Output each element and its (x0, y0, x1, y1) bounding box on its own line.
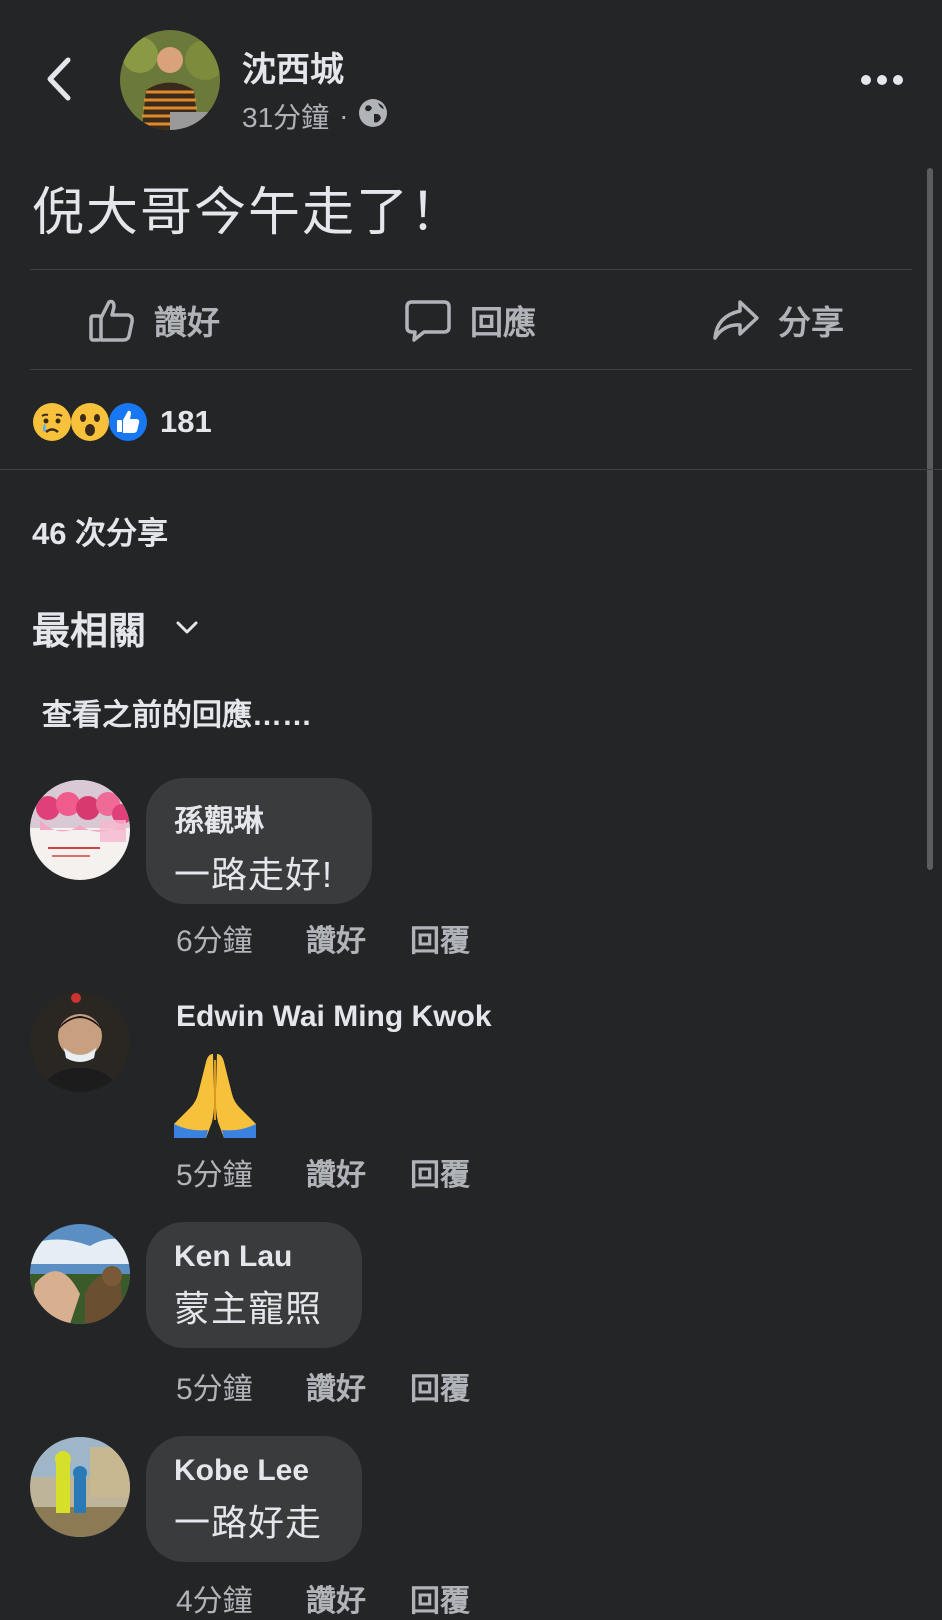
comment-reply-button[interactable]: 回覆 (410, 1364, 470, 1408)
commenter-avatar[interactable] (30, 780, 130, 880)
share-button[interactable]: 分享 (712, 290, 844, 350)
commenter-avatar[interactable] (30, 992, 130, 1092)
divider (0, 469, 942, 470)
comment-text: 一路好走 (174, 1502, 323, 1543)
comment-time: 4分鐘 (176, 1585, 253, 1618)
comment-time: 5分鐘 (176, 1159, 253, 1192)
comment-emoji (170, 1050, 260, 1140)
like-button[interactable]: 讚好 (88, 290, 220, 350)
author-avatar[interactable] (120, 30, 220, 130)
share-arrow-icon (713, 300, 759, 340)
comment-time: 5分鐘 (176, 1373, 253, 1406)
comment-like-button[interactable]: 讚好 (306, 1364, 366, 1408)
shares-count[interactable]: 46 次分享 (32, 508, 168, 553)
comment-meta: 5分鐘 讚好 回覆 (176, 1364, 514, 1408)
comment-bubble: Ken Lau 蒙主寵照 (146, 1222, 362, 1348)
divider (30, 369, 912, 370)
comment-like-button[interactable]: 讚好 (306, 1150, 366, 1194)
comment-time: 6分鐘 (176, 925, 253, 958)
post-time[interactable]: 31分鐘 (242, 96, 329, 136)
comment-reply-button[interactable]: 回覆 (410, 1576, 470, 1620)
comment-bubble-icon (405, 300, 451, 342)
comment-meta: 5分鐘 讚好 回覆 (176, 1150, 514, 1194)
comment-button[interactable]: 回應 (404, 290, 536, 350)
commenter-avatar[interactable] (30, 1224, 130, 1324)
commenter-name[interactable]: Ken Lau (174, 1240, 332, 1274)
comment-meta: 6分鐘 讚好 回覆 (176, 916, 514, 960)
back-button[interactable] (38, 52, 82, 106)
chevron-down-icon (176, 621, 198, 633)
comment-bubble: 孫觀琳 一路走好! (146, 778, 372, 904)
comment-content: Edwin Wai Ming Kwok (176, 1000, 876, 1034)
scrollbar[interactable] (927, 168, 933, 870)
like-reaction-icon (109, 403, 147, 441)
chevron-left-icon (47, 57, 71, 101)
sad-reaction-icon (33, 403, 71, 441)
reaction-count: 181 (160, 404, 212, 439)
commenter-name[interactable]: Edwin Wai Ming Kwok (176, 1000, 876, 1034)
comment-reply-button[interactable]: 回覆 (410, 916, 470, 960)
comment-text: 一路走好! (174, 854, 334, 895)
more-dots-icon (861, 75, 903, 85)
like-label: 讚好 (154, 304, 220, 341)
wow-reaction-icon (71, 403, 109, 441)
reactions-summary[interactable]: 181 (32, 402, 212, 442)
comment-bubble: Kobe Lee 一路好走 (146, 1436, 362, 1562)
commenter-name[interactable]: 孫觀琳 (174, 796, 342, 840)
praying-hands-icon (174, 1054, 256, 1138)
thumbs-up-icon (89, 299, 134, 342)
divider (30, 269, 912, 270)
share-label: 分享 (778, 304, 844, 341)
commenter-name[interactable]: Kobe Lee (174, 1454, 332, 1488)
comment-sort-dropdown[interactable]: 最相關 (32, 600, 202, 655)
author-name[interactable]: 沈西城 (242, 42, 344, 91)
comment-text: 蒙主寵照 (174, 1288, 323, 1329)
comment-label: 回應 (470, 304, 536, 341)
comment-meta: 4分鐘 讚好 回覆 (176, 1576, 514, 1620)
more-options-button[interactable] (858, 66, 906, 94)
view-previous-comments[interactable]: 查看之前的回應…… (42, 690, 312, 734)
comment-reply-button[interactable]: 回覆 (410, 1150, 470, 1194)
comment-like-button[interactable]: 讚好 (306, 916, 366, 960)
sort-label: 最相關 (32, 611, 147, 653)
globe-icon (358, 98, 388, 135)
post-text: 倪大哥今午走了！ (32, 184, 465, 242)
meta-separator: · (339, 100, 349, 131)
commenter-avatar[interactable] (30, 1437, 130, 1537)
post-meta: 31分鐘 · (242, 96, 388, 136)
comment-like-button[interactable]: 讚好 (306, 1576, 366, 1620)
